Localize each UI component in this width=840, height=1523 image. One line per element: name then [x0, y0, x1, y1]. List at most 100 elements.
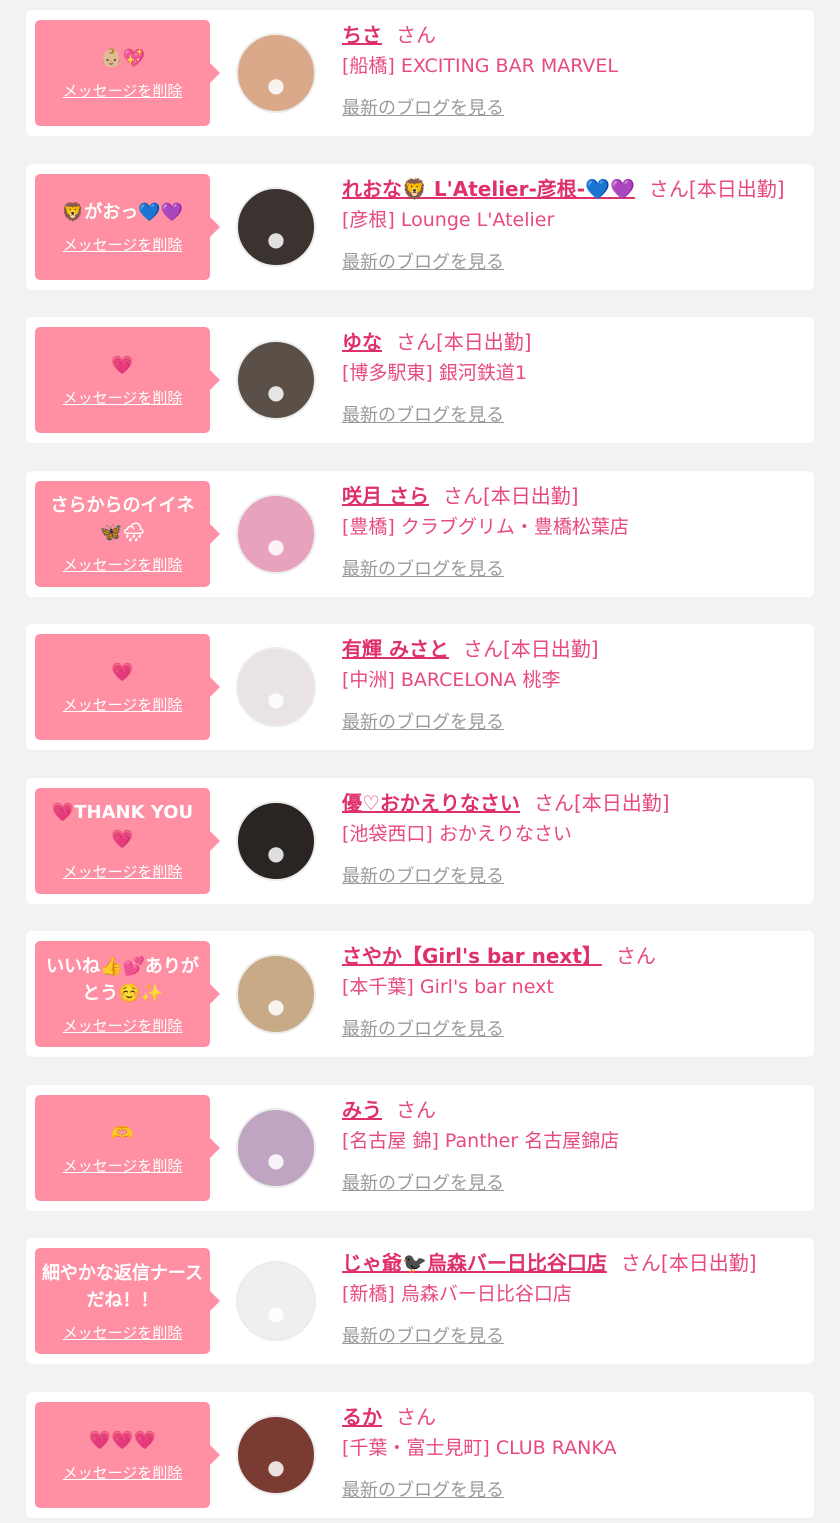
- avatar-puppy-filter-selfie[interactable]: ●: [236, 33, 316, 113]
- cast-name-link[interactable]: 有輝 みさと: [342, 637, 449, 661]
- name-row: じゃ爺🐦‍⬛烏森バー日比谷口店 さん[本日出勤]: [342, 1248, 812, 1278]
- latest-blog-link[interactable]: 最新のブログを見る: [342, 248, 504, 274]
- list-item: 💗 メッセージを削除 ● ゆな さん[本日出勤] [博多駅東] 銀河鉄道1 最新の…: [26, 317, 814, 443]
- honorific: さん: [620, 1251, 661, 1275]
- latest-blog-link[interactable]: 最新のブログを見る: [342, 401, 504, 427]
- delete-message-link[interactable]: メッセージを削除: [63, 1462, 183, 1483]
- name-row: ちさ さん: [342, 20, 812, 50]
- avatar-image: ●: [267, 533, 285, 558]
- message-bubble: 🦁がおっ💙💜 メッセージを削除: [35, 173, 220, 280]
- delete-message-link[interactable]: メッセージを削除: [63, 1322, 183, 1343]
- store-label: [本千葉] Girl's bar next: [342, 976, 554, 998]
- avatar-portrait-photo[interactable]: ●: [236, 800, 316, 881]
- delete-message-link[interactable]: メッセージを削除: [63, 234, 183, 255]
- avatar-portrait-photo[interactable]: ●: [236, 340, 316, 420]
- cast-name-link[interactable]: みう: [342, 1098, 382, 1122]
- avatar-image: ●: [267, 380, 285, 404]
- store-label: [博多駅東] 銀河鉄道1: [342, 362, 527, 384]
- delete-message-link[interactable]: メッセージを削除: [63, 861, 183, 882]
- message-bubble: 細やかな返信ナースだね！！ メッセージを削除: [35, 1248, 220, 1354]
- delete-message-link[interactable]: メッセージを削除: [63, 694, 183, 715]
- honorific: さん: [533, 790, 574, 815]
- avatar-cat-ears-selfie[interactable]: ●: [236, 1107, 316, 1188]
- list-item: いいね👍💕ありがとう☺️✨ メッセージを削除 ● さやか【Girl's bar …: [26, 931, 814, 1057]
- name-row: るか さん: [342, 1402, 812, 1432]
- cast-name-link[interactable]: ちさ: [342, 23, 382, 47]
- avatar-image: ●: [267, 994, 285, 1018]
- avatar-image: ●: [267, 840, 285, 865]
- list-item: 💗💗💗 メッセージを削除 ● るか さん [千葉・富士見町] CLUB RANKA…: [26, 1391, 814, 1518]
- cast-name-link[interactable]: じゃ爺🐦‍⬛烏森バー日比谷口店: [342, 1251, 607, 1275]
- message-bubble: 💗💗💗 メッセージを削除: [35, 1401, 220, 1508]
- store-label: [彦根] Lounge L'Atelier: [342, 208, 555, 231]
- cast-info: さやか【Girl's bar next】 さん [本千葉] Girl's bar …: [342, 941, 812, 1041]
- avatar-portrait-with-cat[interactable]: ●: [236, 954, 316, 1034]
- name-row: みう さん: [342, 1095, 812, 1125]
- cast-info: るか さん [千葉・富士見町] CLUB RANKA 最新のブログを見る: [342, 1402, 812, 1502]
- message-text: 👶🏼💖: [100, 48, 145, 69]
- message-bubble: 💗 メッセージを削除: [35, 634, 220, 740]
- name-row: 咲月 さら さん[本日出勤]: [342, 481, 812, 511]
- message-list: 👶🏼💖 メッセージを削除 ● ちさ さん [船橋] EXCITING BAR MA…: [0, 0, 840, 1523]
- cast-name-link[interactable]: れおな🦁 L'Atelier-彦根-💙💜: [342, 177, 635, 201]
- latest-blog-link[interactable]: 最新のブログを見る: [342, 708, 504, 734]
- list-item: 🦁がおっ💙💜 メッセージを削除 ● れおな🦁 L'Atelier-彦根-💙💜 さん…: [26, 163, 814, 290]
- honorific: さん: [442, 483, 483, 508]
- cast-name-link[interactable]: 咲月 さら: [342, 484, 429, 508]
- avatar-image: ●: [267, 687, 285, 711]
- cast-name-link[interactable]: ゆな: [342, 330, 382, 354]
- latest-blog-link[interactable]: 最新のブログを見る: [342, 555, 504, 581]
- delete-message-link[interactable]: メッセージを削除: [63, 1015, 183, 1036]
- avatar-image: ●: [267, 1454, 285, 1479]
- cast-name-link[interactable]: るか: [342, 1405, 382, 1429]
- cast-name-link[interactable]: 優♡おかえりなさい: [342, 791, 520, 815]
- honorific: さん: [462, 637, 503, 661]
- message-text: さらからのイイネ🦋🌧: [50, 495, 195, 543]
- status-badge: [本日出勤]: [573, 790, 670, 815]
- avatar-image: ●: [267, 73, 285, 97]
- honorific: さん: [615, 944, 656, 968]
- avatar-image: ●: [267, 1147, 285, 1172]
- avatar-portrait-photo[interactable]: ●: [236, 1414, 316, 1495]
- message-text: 細やかな返信ナースだね！！: [41, 1262, 204, 1311]
- avatar-portrait-photo[interactable]: ●: [236, 493, 316, 574]
- list-item: 👶🏼💖 メッセージを削除 ● ちさ さん [船橋] EXCITING BAR MA…: [26, 10, 814, 136]
- message-text: 🫶: [111, 1122, 134, 1144]
- list-item: 細やかな返信ナースだね！！ メッセージを削除 ● じゃ爺🐦‍⬛烏森バー日比谷口店…: [26, 1238, 814, 1364]
- list-item: 💗 メッセージを削除 ● 有輝 みさと さん[本日出勤] [中洲] BARCELO…: [26, 624, 814, 750]
- latest-blog-link[interactable]: 最新のブログを見る: [342, 1015, 504, 1041]
- honorific: さん: [396, 23, 436, 47]
- cast-info: れおな🦁 L'Atelier-彦根-💙💜 さん[本日出勤] [彦根] Lounge…: [342, 174, 812, 274]
- latest-blog-link[interactable]: 最新のブログを見る: [342, 1169, 504, 1195]
- store-label: [名古屋 錦] Panther 名古屋錦店: [342, 1129, 620, 1152]
- latest-blog-link[interactable]: 最新のブログを見る: [342, 862, 504, 888]
- status-badge: [本日出勤]: [660, 1251, 757, 1275]
- message-text: 🦁がおっ💙💜: [61, 201, 184, 223]
- name-row: 有輝 みさと さん[本日出勤]: [342, 634, 812, 664]
- name-row: ゆな さん[本日出勤]: [342, 327, 812, 357]
- delete-message-link[interactable]: メッセージを削除: [63, 387, 183, 408]
- status-badge: [本日出勤]: [436, 330, 532, 354]
- latest-blog-link[interactable]: 最新のブログを見る: [342, 94, 504, 120]
- message-bubble: 🫶 メッセージを削除: [35, 1094, 220, 1201]
- status-badge: [本日出勤]: [688, 176, 785, 201]
- cast-name-link[interactable]: さやか【Girl's bar next】: [342, 944, 602, 968]
- delete-message-link[interactable]: メッセージを削除: [63, 554, 183, 575]
- honorific: さん: [396, 1097, 436, 1122]
- list-item: さらからのイイネ🦋🌧 メッセージを削除 ● 咲月 さら さん[本日出勤] [豊橋]…: [26, 470, 814, 597]
- delete-message-link[interactable]: メッセージを削除: [63, 1155, 183, 1176]
- status-badge: [本日出勤]: [482, 483, 579, 508]
- name-row: さやか【Girl's bar next】 さん: [342, 941, 812, 971]
- avatar-portrait-photo[interactable]: ●: [236, 186, 316, 267]
- message-bubble: 💗THANK YOU💗 メッセージを削除: [35, 787, 220, 894]
- list-item: 🫶 メッセージを削除 ● みう さん [名古屋 錦] Panther 名古屋錦店 …: [26, 1084, 814, 1211]
- store-label: [船橋] EXCITING BAR MARVEL: [342, 55, 618, 77]
- honorific: さん: [396, 330, 436, 354]
- cast-info: ゆな さん[本日出勤] [博多駅東] 銀河鉄道1 最新のブログを見る: [342, 327, 812, 427]
- delete-message-link[interactable]: メッセージを削除: [63, 80, 183, 101]
- latest-blog-link[interactable]: 最新のブログを見る: [342, 1476, 504, 1502]
- latest-blog-link[interactable]: 最新のブログを見る: [342, 1322, 504, 1348]
- avatar-bar-logo-portrait[interactable]: ●: [236, 1261, 316, 1341]
- status-badge: [本日出勤]: [502, 637, 599, 661]
- avatar-portrait-photo[interactable]: ●: [236, 647, 316, 727]
